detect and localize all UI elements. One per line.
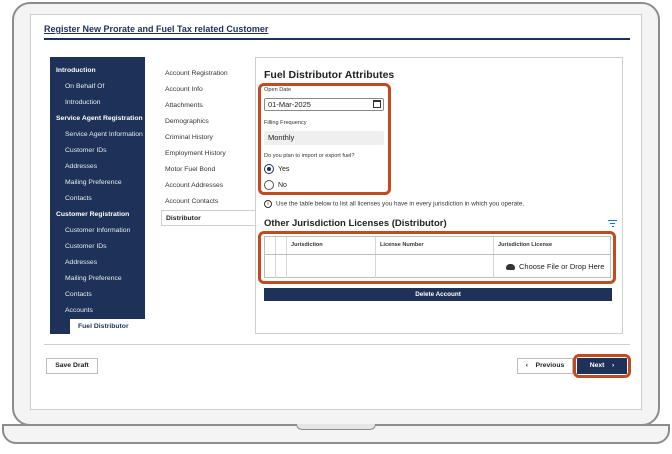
previous-button[interactable]: ‹ Previous [517, 358, 573, 374]
sidebar-item-on-behalf-of[interactable]: On Behalf Of [50, 79, 145, 95]
licenses-info: i Use the table below to list all license… [264, 200, 524, 208]
title-divider [44, 38, 630, 40]
sidebar-item-mailing[interactable]: Mailing Preference [50, 271, 145, 287]
sidebar-item-accounts[interactable]: Accounts [50, 303, 145, 319]
subnav-demographics[interactable]: Demographics [161, 114, 256, 130]
sidebar-item-contacts[interactable]: Contacts [50, 287, 145, 303]
sidebar-item-sa-customer-ids[interactable]: Customer IDs [50, 143, 145, 159]
sidebar-item-addresses[interactable]: Addresses [50, 255, 145, 271]
highlight-licenses-table [258, 231, 616, 284]
licenses-info-text: Use the table below to list all licenses… [276, 200, 525, 208]
highlight-attributes [258, 83, 391, 195]
subnav-attachments[interactable]: Attachments [161, 98, 256, 114]
subnav-account-addresses[interactable]: Account Addresses [161, 178, 256, 194]
subnav-motor-fuel-bond[interactable]: Motor Fuel Bond [161, 162, 256, 178]
sidebar-section-service-agent[interactable]: Service Agent Registration [50, 111, 145, 127]
sidebar-item-sa-addresses[interactable]: Addresses [50, 159, 145, 175]
subnav-distributor[interactable]: Distributor [161, 210, 256, 226]
sidebar-section-introduction[interactable]: Introduction [50, 63, 145, 79]
sidebar-item-introduction[interactable]: Introduction [50, 95, 145, 111]
next-label: Next [589, 362, 605, 369]
sidebar-item-customer-ids[interactable]: Customer IDs [50, 239, 145, 255]
chevron-left-icon: ‹ [525, 362, 528, 369]
subnav-criminal-history[interactable]: Criminal History [161, 130, 256, 146]
section-title-fuel-distributor: Fuel Distributor Attributes [264, 69, 395, 81]
sidebar-section-customer-registration[interactable]: Customer Registration [50, 207, 145, 223]
page-title[interactable]: Register New Prorate and Fuel Tax relate… [44, 24, 268, 34]
previous-label: Previous [535, 362, 565, 369]
subnav-employment-history[interactable]: Employment History [161, 146, 256, 162]
app-window: Register New Prorate and Fuel Tax relate… [44, 22, 631, 380]
sidebar-item-fuel-distributor[interactable]: Fuel Distributor [70, 319, 145, 335]
subnav-account-info[interactable]: Account Info [161, 82, 256, 98]
next-button[interactable]: Next › [577, 358, 627, 374]
sidebar-item-sa-contacts[interactable]: Contacts [50, 191, 145, 207]
distributor-panel: Fuel Distributor Attributes Open Date 01… [255, 57, 623, 334]
sidebar-item-customer-info[interactable]: Customer Information [50, 223, 145, 239]
filter-icon[interactable] [608, 220, 617, 228]
footer-divider [44, 344, 630, 345]
subnav-account-contacts[interactable]: Account Contacts [161, 194, 256, 210]
sidebar-item-service-agent-info[interactable]: Service Agent Information [50, 127, 145, 143]
subnav-account-registration[interactable]: Account Registration [161, 66, 256, 82]
delete-account-button[interactable]: Delete Account [264, 288, 612, 301]
sidebar-item-sa-mailing[interactable]: Mailing Preference [50, 175, 145, 191]
section-title-licenses: Other Jurisdiction Licenses (Distributor… [264, 218, 447, 229]
sidebar: Introduction On Behalf Of Introduction S… [50, 57, 145, 335]
info-icon: i [264, 200, 272, 208]
laptop-notch [296, 424, 376, 430]
save-draft-button[interactable]: Save Draft [46, 358, 98, 374]
chevron-right-icon: › [612, 362, 615, 369]
